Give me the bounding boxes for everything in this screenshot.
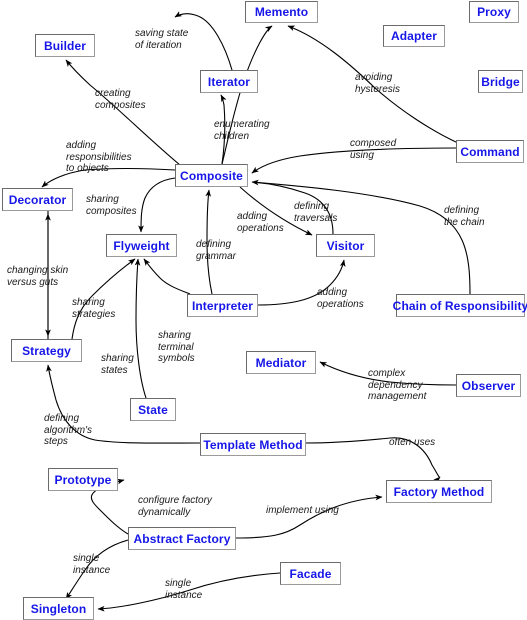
- edge-label-complex: complex dependency management: [368, 368, 427, 402]
- pattern-node-decorator[interactable]: Decorator: [2, 188, 73, 211]
- pattern-node-builder[interactable]: Builder: [35, 34, 95, 57]
- pattern-node-label: Factory Method: [393, 484, 485, 499]
- pattern-node-chain[interactable]: Chain of Responsibility: [392, 294, 527, 317]
- edge-composite-to-memento: [221, 25, 273, 165]
- edge-composite-to-flyweight: [138, 177, 176, 233]
- edge-label-sharing-comp: sharing composites: [86, 194, 137, 217]
- edge-label-defining-alg: defining algorithm's steps: [44, 413, 93, 447]
- pattern-node-label: Observer: [461, 378, 516, 393]
- pattern-node-label: Iterator: [207, 74, 251, 89]
- pattern-node-label: Interpreter: [191, 298, 254, 313]
- design-patterns-diagram: Memento Proxy Adapter Builder Iterator Bridge…: [0, 0, 527, 620]
- pattern-node-strategy[interactable]: Strategy: [11, 339, 82, 362]
- pattern-node-abstractf[interactable]: Abstract Factory: [128, 527, 236, 550]
- edge-label-avoiding: avoiding hysteresis: [355, 72, 401, 95]
- pattern-node-mediator[interactable]: Mediator: [246, 351, 316, 374]
- pattern-node-label: Adapter: [390, 29, 438, 43]
- edge-label-often-uses: often uses: [389, 437, 436, 448]
- pattern-node-label: Visitor: [326, 238, 365, 253]
- pattern-node-label: Composite: [180, 168, 243, 183]
- edge-label-configure: configure factory dynamically: [138, 495, 212, 518]
- pattern-node-label: Command: [460, 144, 520, 159]
- pattern-node-iterator[interactable]: Iterator: [200, 70, 258, 93]
- edge-label-adding-ops1: adding operations: [237, 211, 284, 234]
- pattern-node-facade[interactable]: Facade: [280, 562, 341, 585]
- edge-label-sharing-states: sharing states: [101, 353, 134, 376]
- edge-label-saving: saving state of iteration: [135, 28, 189, 51]
- pattern-node-label: Template Method: [203, 437, 303, 452]
- pattern-node-visitor[interactable]: Visitor: [316, 234, 375, 257]
- pattern-node-prototype[interactable]: Prototype: [48, 468, 118, 491]
- edge-label-single-1: single instance: [73, 553, 111, 576]
- pattern-node-label: Strategy: [22, 343, 71, 358]
- pattern-node-label: Abstract Factory: [133, 531, 231, 546]
- edge-label-implement: implement using: [266, 505, 339, 516]
- pattern-node-singleton[interactable]: Singleton: [23, 597, 94, 620]
- edge-interpreter-to-flyweight: [143, 258, 191, 295]
- edge-label-creating: creating composites: [95, 88, 146, 111]
- pattern-node-label: Decorator: [8, 192, 67, 207]
- edge-label-enumerating: enumerating children: [214, 119, 270, 142]
- edge-label-defining-chain: defining the chain: [444, 205, 485, 228]
- edge-label-sharing-strat: sharing strategies: [72, 297, 116, 320]
- edge-label-changing: changing skin versus guts: [7, 265, 69, 288]
- pattern-node-adapter[interactable]: Adapter: [383, 25, 445, 47]
- pattern-node-label: Flyweight: [113, 238, 170, 253]
- pattern-node-interpreter[interactable]: Interpreter: [187, 294, 258, 317]
- pattern-node-flyweight[interactable]: Flyweight: [106, 234, 177, 257]
- pattern-node-bridge[interactable]: Bridge: [478, 70, 523, 93]
- pattern-node-observer[interactable]: Observer: [456, 374, 521, 397]
- edge-state-to-flyweight: [134, 258, 147, 399]
- edge-label-adding-resp: adding responsibilities to objects: [66, 140, 132, 174]
- edge-label-composed: composed using: [350, 138, 397, 161]
- pattern-node-composite[interactable]: Composite: [175, 164, 248, 187]
- pattern-node-label: Proxy: [477, 5, 511, 19]
- pattern-node-state[interactable]: State: [130, 398, 176, 421]
- pattern-node-label: State: [138, 402, 168, 417]
- pattern-node-command[interactable]: Command: [456, 140, 524, 163]
- pattern-node-label: Builder: [43, 38, 87, 53]
- edge-label-sharing-term: sharing terminal symbols: [158, 330, 195, 364]
- pattern-node-label: Bridge: [481, 74, 520, 89]
- pattern-node-label: Facade: [289, 566, 332, 581]
- pattern-node-label: Memento: [254, 5, 309, 19]
- edge-label-single-2: single instance: [165, 578, 203, 601]
- pattern-node-memento[interactable]: Memento: [245, 1, 318, 23]
- pattern-node-factorym[interactable]: Factory Method: [386, 480, 492, 503]
- pattern-node-label: Chain of Responsibility: [392, 298, 527, 313]
- pattern-node-label: Singleton: [30, 601, 87, 616]
- edge-label-defining-gram: defining grammar: [196, 239, 237, 262]
- edge-label-adding-ops2: adding operations: [317, 287, 364, 310]
- pattern-node-proxy[interactable]: Proxy: [469, 1, 519, 23]
- edge-label-defining-trav: defining traversals: [294, 201, 338, 224]
- pattern-node-label: Mediator: [255, 355, 307, 370]
- edge-abstractf-to-factorym: [235, 494, 383, 539]
- pattern-node-template[interactable]: Template Method: [200, 433, 306, 456]
- pattern-node-label: Prototype: [54, 472, 112, 487]
